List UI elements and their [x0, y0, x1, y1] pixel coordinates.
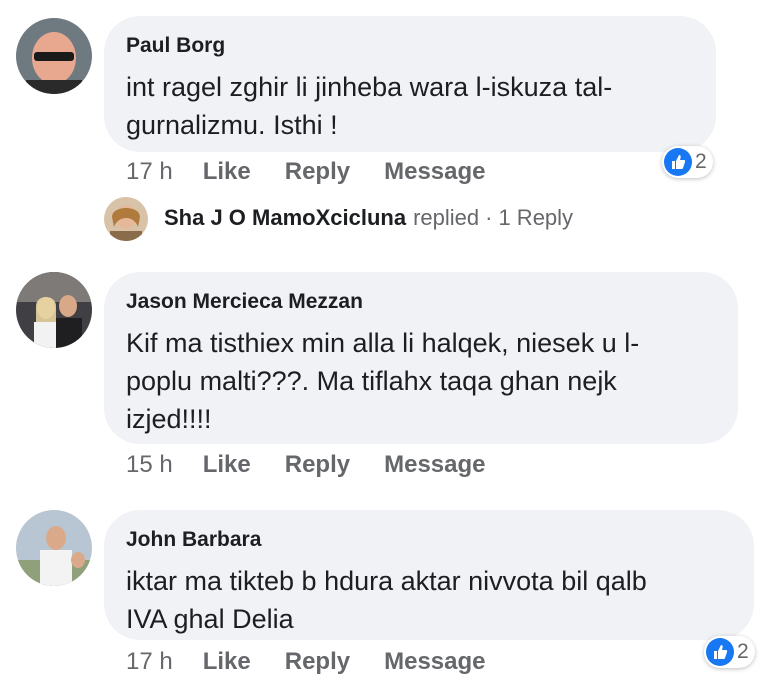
comment-author[interactable]: Paul Borg [126, 34, 694, 58]
comment-bubble: John Barbara iktar ma tikteb b hdura akt… [104, 510, 754, 640]
reaction-count-number: 2 [695, 150, 707, 173]
comment-bubble: Jason Mercieca Mezzan Kif ma tisthiex mi… [104, 272, 738, 444]
reply-button[interactable]: Reply [285, 648, 350, 676]
comment-actions: 17 h Like Reply Message [126, 158, 486, 186]
separator: · [485, 205, 493, 230]
comment-text: Kif ma tisthiex min alla li halqek, nies… [126, 328, 640, 434]
comment-timestamp[interactable]: 17 h [126, 648, 173, 676]
like-button[interactable]: Like [203, 648, 251, 676]
reply-count: 1 Reply [498, 205, 574, 230]
comment-author[interactable]: Jason Mercieca Mezzan [126, 290, 716, 314]
reply-button[interactable]: Reply [285, 451, 350, 479]
avatar[interactable] [16, 18, 92, 94]
thumbs-up-icon [706, 638, 734, 666]
comment-author[interactable]: John Barbara [126, 528, 732, 552]
replied-label: replied [413, 205, 480, 230]
reply-button[interactable]: Reply [285, 158, 350, 186]
like-button[interactable]: Like [203, 158, 251, 186]
comment-bubble: Paul Borg int ragel zghir li jinheba war… [104, 16, 716, 152]
comment-text: int ragel zghir li jinheba wara l-iskuza… [126, 72, 613, 140]
comment-actions: 17 h Like Reply Message [126, 648, 486, 676]
reaction-count-number: 2 [737, 640, 749, 663]
avatar[interactable] [16, 272, 92, 348]
reaction-count[interactable]: 2 [704, 636, 755, 668]
message-button[interactable]: Message [384, 648, 485, 676]
avatar[interactable] [16, 510, 92, 586]
thumbs-up-icon [664, 148, 692, 176]
reply-author: Sha J O MamoXcicluna [164, 205, 407, 230]
comment-timestamp[interactable]: 15 h [126, 451, 173, 479]
like-button[interactable]: Like [203, 451, 251, 479]
comment-text: iktar ma tikteb b hdura aktar nivvota bi… [126, 566, 647, 634]
comment-timestamp[interactable]: 17 h [126, 158, 173, 186]
view-replies-link[interactable]: Sha J O MamoXcicluna replied · 1 Reply [164, 205, 573, 231]
comment-actions: 15 h Like Reply Message [126, 451, 486, 479]
reaction-count[interactable]: 2 [662, 146, 713, 178]
message-button[interactable]: Message [384, 158, 485, 186]
reply-avatar[interactable] [104, 197, 148, 241]
message-button[interactable]: Message [384, 451, 485, 479]
